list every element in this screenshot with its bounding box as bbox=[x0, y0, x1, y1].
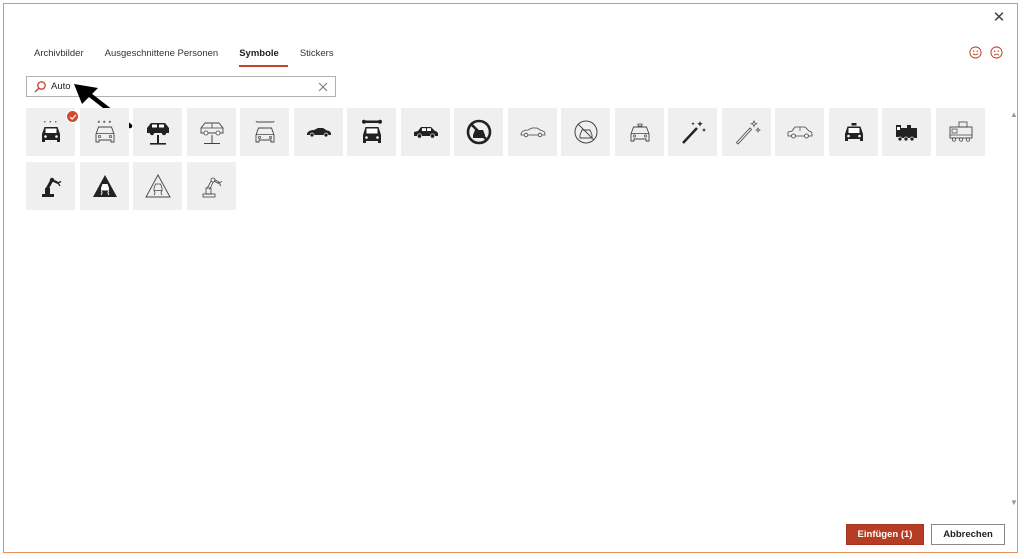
car-wash-outline-icon[interactable] bbox=[80, 108, 129, 156]
slippery-road-outline-icon[interactable] bbox=[133, 162, 182, 210]
tab-bar: Archivbilder Ausgeschnittene Personen Sy… bbox=[34, 48, 355, 67]
taxi-outline-icon[interactable] bbox=[615, 108, 664, 156]
feedback-area bbox=[969, 46, 1003, 59]
clear-icon[interactable] bbox=[318, 82, 328, 92]
smiley-happy-icon[interactable] bbox=[969, 46, 982, 59]
smiley-sad-icon[interactable] bbox=[990, 46, 1003, 59]
magic-wand-outline-icon[interactable] bbox=[722, 108, 771, 156]
magic-wand-icon[interactable] bbox=[668, 108, 717, 156]
car-lift-icon[interactable] bbox=[133, 108, 182, 156]
car-repair-icon[interactable] bbox=[347, 108, 396, 156]
car-side-icon[interactable] bbox=[401, 108, 450, 156]
close-icon[interactable]: ✕ bbox=[991, 10, 1007, 26]
taxi-icon[interactable] bbox=[829, 108, 878, 156]
no-cars-icon[interactable] bbox=[454, 108, 503, 156]
robot-arm-outline-icon[interactable] bbox=[187, 162, 236, 210]
train-icon[interactable] bbox=[882, 108, 931, 156]
slippery-road-icon[interactable] bbox=[80, 162, 129, 210]
results-scrollbar[interactable]: ▲ ▼ bbox=[1009, 110, 1019, 508]
train-outline-icon[interactable] bbox=[936, 108, 985, 156]
scroll-down-icon[interactable]: ▼ bbox=[1009, 498, 1019, 508]
car-side-outline-icon[interactable] bbox=[775, 108, 824, 156]
car-lift-outline-icon[interactable] bbox=[187, 108, 236, 156]
tab-stickers[interactable]: Stickers bbox=[300, 48, 343, 67]
tab-archivbilder[interactable]: Archivbilder bbox=[34, 48, 93, 67]
car-repair-outline-icon[interactable] bbox=[240, 108, 289, 156]
cancel-button[interactable]: Abbrechen bbox=[931, 524, 1005, 545]
tab-ausgeschnittene-personen[interactable]: Ausgeschnittene Personen bbox=[105, 48, 228, 67]
no-cars-outline-icon[interactable] bbox=[561, 108, 610, 156]
tab-symbole[interactable]: Symbole bbox=[239, 48, 288, 67]
car-wash-icon[interactable] bbox=[26, 108, 79, 156]
selected-check-icon bbox=[66, 110, 79, 123]
sports-car-outline-icon[interactable] bbox=[508, 108, 557, 156]
sports-car-icon[interactable] bbox=[294, 108, 343, 156]
insert-button[interactable]: Einfügen (1) bbox=[846, 524, 924, 545]
robot-arm-icon[interactable] bbox=[26, 162, 75, 210]
search-icon bbox=[34, 80, 46, 92]
scroll-up-icon[interactable]: ▲ bbox=[1009, 110, 1019, 120]
